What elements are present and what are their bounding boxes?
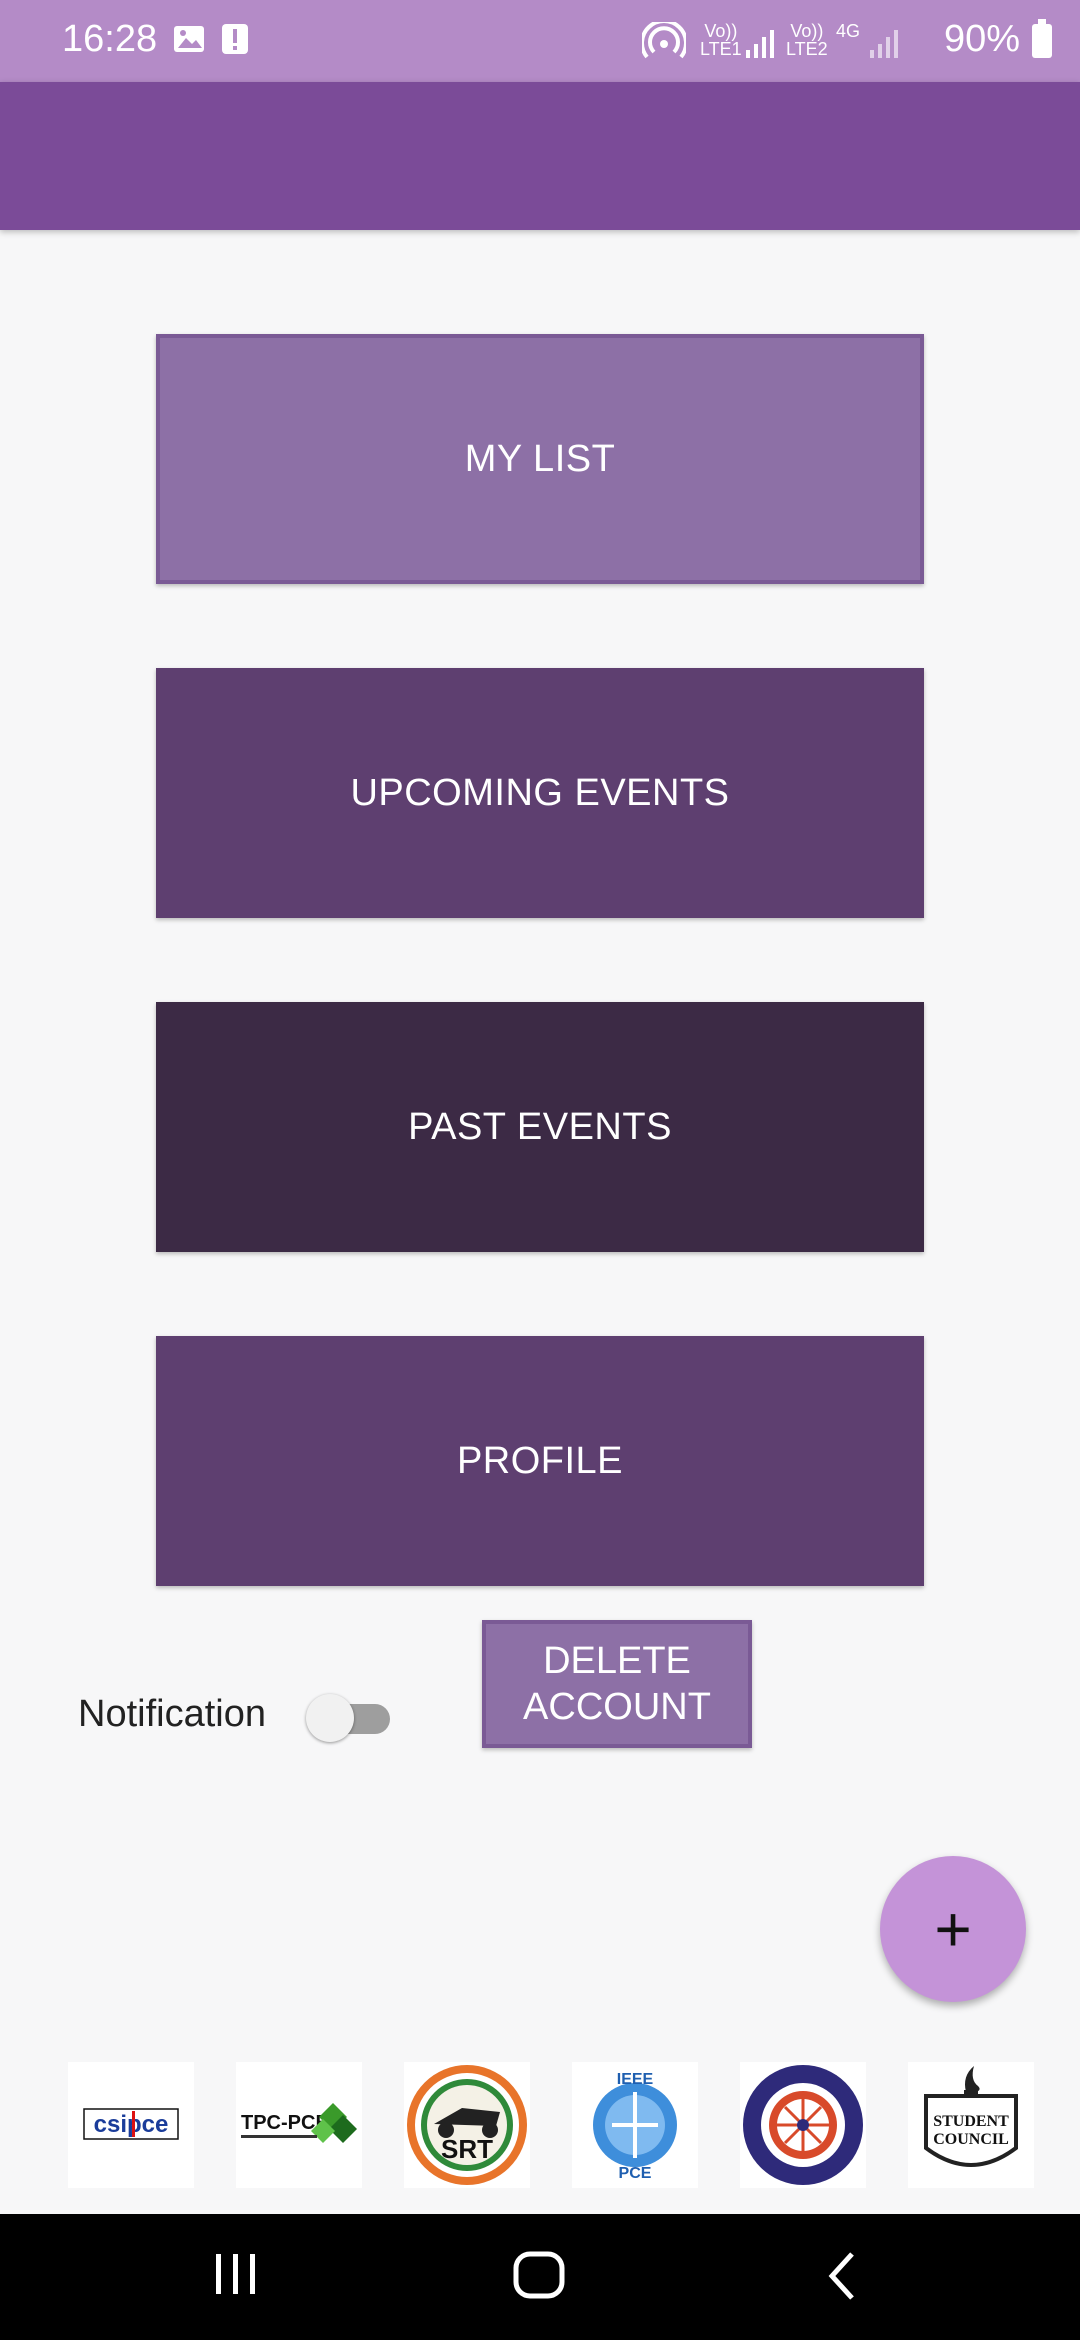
svg-text:PCE: PCE [619, 2165, 652, 2182]
recent-apps-icon[interactable] [214, 2248, 258, 2305]
plus-icon: + [934, 1893, 972, 1965]
notification-label: Notification [78, 1693, 266, 1735]
home-icon[interactable] [512, 2248, 568, 2309]
svg-text:COUNCIL: COUNCIL [933, 2131, 1009, 2148]
profile-button[interactable]: PROFILE [156, 1336, 924, 1586]
delete-account-line1: DELETE [543, 1640, 691, 1682]
past-events-button[interactable]: PAST EVENTS [156, 1002, 924, 1252]
status-bar: 16:28 Vo)) LTE1 Vo)) LTE2 4G 90% [0, 0, 1080, 82]
delete-account-line2: ACCOUNT [523, 1686, 711, 1728]
tpc-pce-logo: TPC-PCE [236, 2062, 362, 2188]
back-icon[interactable] [824, 2248, 860, 2309]
my-list-button[interactable]: MY LIST [156, 334, 924, 584]
alert-icon [220, 22, 250, 61]
delete-account-button[interactable]: DELETE ACCOUNT [482, 1620, 752, 1748]
hotspot-icon [640, 19, 688, 67]
ieee-pce-logo: IEEE PCE [572, 2062, 698, 2188]
network-type-label: 4G [836, 21, 861, 41]
svg-text:STUDENT: STUDENT [933, 2113, 1009, 2130]
srt-logo: SRT [404, 2062, 530, 2188]
svg-text:IEEE: IEEE [617, 2071, 654, 2088]
battery-icon [1032, 19, 1052, 58]
nss-logo [740, 2062, 866, 2188]
sim1-label: Vo)) LTE1 [700, 21, 742, 59]
csipce-logo: csipce [68, 2062, 194, 2188]
image-icon [172, 22, 206, 61]
add-fab-button[interactable]: + [880, 1856, 1026, 2002]
student-council-logo: STUDENT COUNCIL [908, 2062, 1034, 2188]
switch-thumb [306, 1694, 354, 1742]
csipce-logo-text: csipce [94, 2111, 169, 2138]
sim2-label: Vo)) LTE2 [786, 21, 828, 59]
battery-percent: 90% [943, 18, 1020, 60]
notification-switch[interactable] [306, 1694, 392, 1742]
upcoming-events-button[interactable]: UPCOMING EVENTS [156, 668, 924, 918]
status-time: 16:28 [62, 18, 158, 60]
srt-logo-text: SRT [441, 2134, 493, 2164]
signal-bars-icon [746, 28, 776, 63]
app-bar [0, 82, 1080, 230]
system-nav-bar [0, 2214, 1080, 2340]
signal-bars-icon-2 [870, 28, 900, 63]
